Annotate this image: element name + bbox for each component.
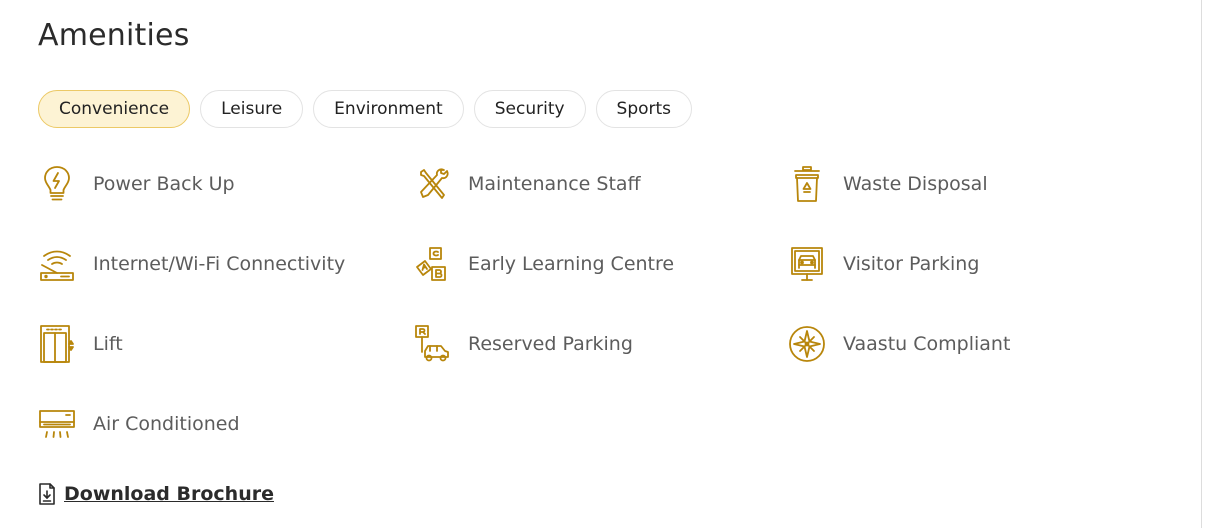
reserved-parking-icon [413,322,451,366]
amenity-label: Air Conditioned [93,413,240,435]
amenity-early-learning-centre: Early Learning Centre [413,242,788,322]
amenity-label: Waste Disposal [843,173,988,195]
amenity-reserved-parking: Reserved Parking [413,322,788,402]
amenity-label: Power Back Up [93,173,235,195]
amenity-label: Internet/Wi-Fi Connectivity [93,253,346,275]
abc-blocks-icon [413,242,451,286]
amenity-label: Lift [93,333,123,355]
amenity-label: Vaastu Compliant [843,333,1011,355]
amenity-maintenance-staff: Maintenance Staff [413,162,788,242]
download-brochure-link[interactable]: Download Brochure [38,482,274,506]
tab-environment[interactable]: Environment [313,90,464,128]
download-brochure-label[interactable]: Download Brochure [64,483,274,505]
scroll-divider [1201,0,1202,528]
amenity-air-conditioned: Air Conditioned [38,402,413,482]
amenities-section: Amenities Convenience Leisure Environmen… [0,0,1206,528]
amenity-label: Maintenance Staff [468,173,641,195]
tools-icon [413,162,451,206]
elevator-icon [38,322,76,366]
amenity-label: Early Learning Centre [468,253,675,275]
recycle-bin-icon [788,162,826,206]
compass-icon [788,322,826,366]
tab-convenience[interactable]: Convenience [38,90,191,128]
amenity-waste-disposal: Waste Disposal [788,162,1163,242]
section-title: Amenities [38,18,190,53]
amenity-list: Power Back Up Maintenance Staff Waste Di… [38,162,1163,482]
download-file-icon [39,483,55,505]
amenity-lift: Lift [38,322,413,402]
lightbulb-bolt-icon [38,162,76,206]
car-sign-icon [788,242,826,286]
air-conditioner-icon [38,402,76,446]
tab-security[interactable]: Security [473,90,586,128]
amenity-power-back-up: Power Back Up [38,162,413,242]
amenity-internet-wifi: Internet/Wi-Fi Connectivity [38,242,413,322]
tab-leisure[interactable]: Leisure [200,90,304,128]
wifi-router-icon [38,242,76,286]
amenity-label: Reserved Parking [468,333,633,355]
tab-sports[interactable]: Sports [595,90,693,128]
amenity-label: Visitor Parking [843,253,980,275]
amenity-visitor-parking: Visitor Parking [788,242,1163,322]
amenity-vaastu-compliant: Vaastu Compliant [788,322,1163,402]
amenity-tabs: Convenience Leisure Environment Security… [38,90,693,128]
